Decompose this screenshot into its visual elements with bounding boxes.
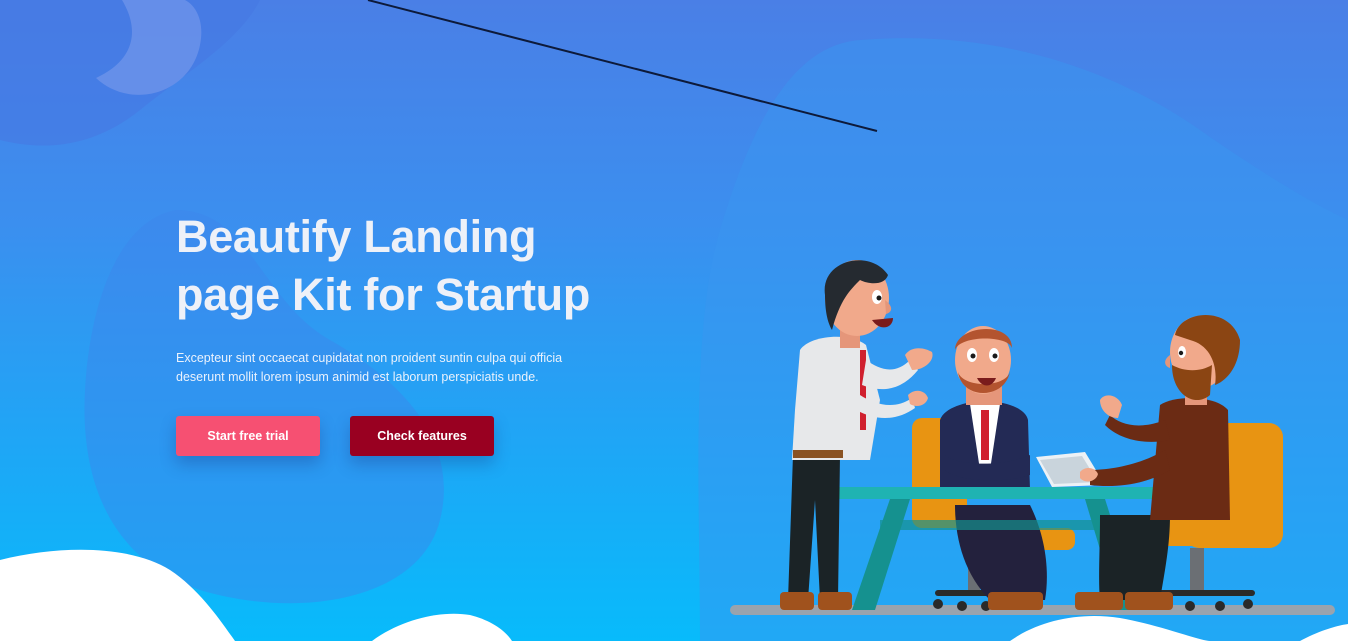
hero-title-line1: Beautify Landing [176, 211, 537, 262]
diagonal-line [367, 0, 878, 132]
start-free-trial-button[interactable]: Start free trial [176, 416, 320, 456]
bottom-center-wave [372, 613, 512, 641]
hero-description: Excepteur sint occaecat cupidatat non pr… [176, 351, 563, 384]
hero-section: Beautify Landing page Kit for Startup Ex… [0, 0, 1348, 641]
seated-man-middle [940, 326, 1047, 610]
office-meeting-illustration [730, 260, 1335, 615]
seated-man-right [1075, 315, 1240, 610]
check-features-button[interactable]: Check features [350, 416, 494, 456]
hero-title-line2: page Kit for Startup [176, 269, 591, 320]
hero-title: Beautify Landing page Kit for Startup [176, 208, 636, 324]
standing-man-left [780, 260, 933, 610]
